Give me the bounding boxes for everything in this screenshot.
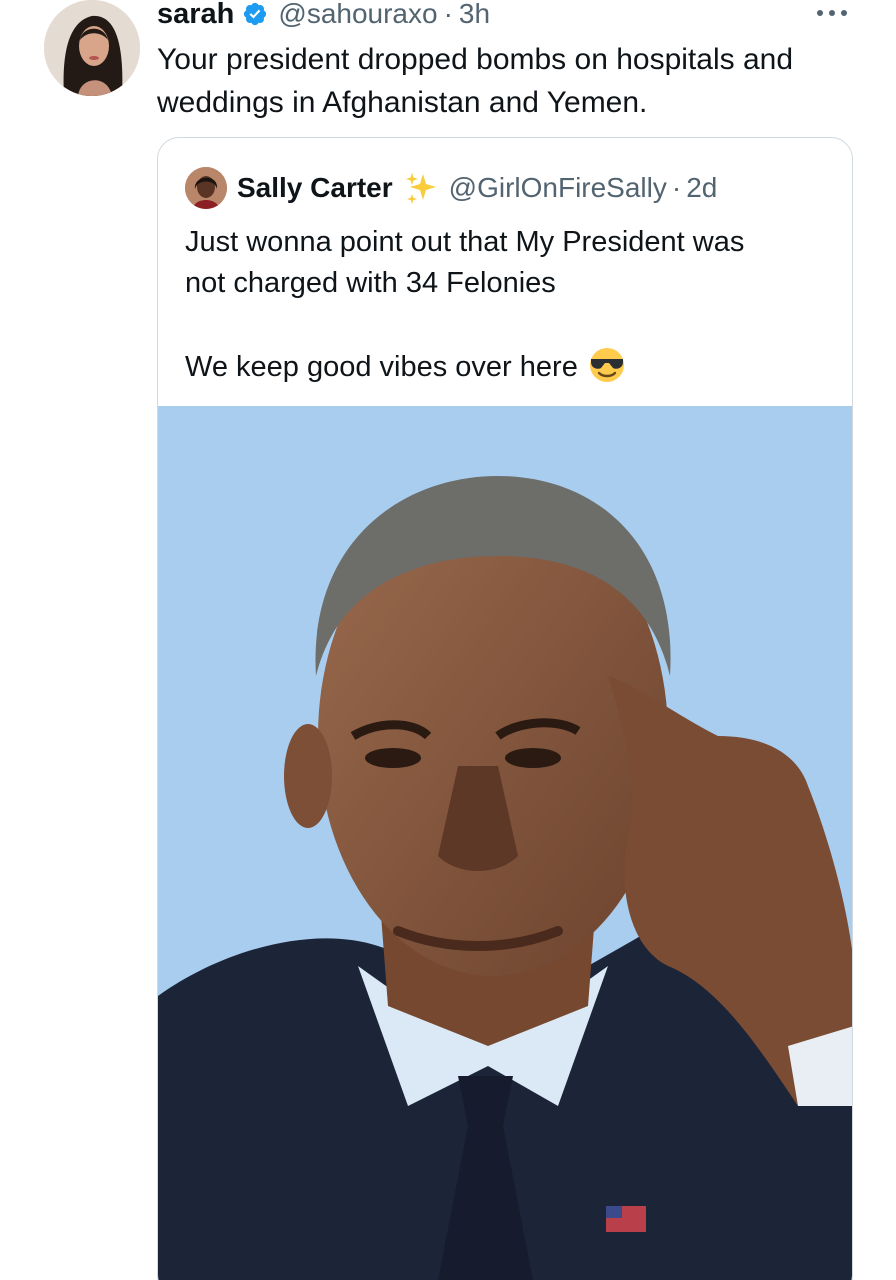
tweet-header: sarah @sahouraxo · 3h [157, 0, 490, 32]
quoted-separator-dot: · [671, 172, 682, 203]
sunglasses-emoji-icon [589, 348, 624, 382]
display-name[interactable]: sarah [157, 0, 234, 31]
quoted-tweet-header: Sally Carter @GirlOnFireSally · 2d [185, 166, 717, 210]
verified-badge-icon [244, 2, 267, 26]
quoted-text-line-3-label: We keep good vibes over here [185, 351, 578, 383]
user-handle[interactable]: @sahouraxo [278, 0, 437, 30]
quoted-text-line-2: not charged with 34 Felonies [185, 267, 556, 299]
tweet-text: Your president dropped bombs on hospital… [157, 43, 794, 119]
sparkles-icon [405, 173, 436, 204]
separator-dot: · [443, 0, 453, 29]
quoted-timestamp[interactable]: 2d [686, 172, 717, 204]
quoted-tweet[interactable]: Sally Carter @GirlOnFireSally · 2d Just … [157, 137, 853, 1280]
quoted-text-line-1: Just wonna point out that My President w… [185, 226, 745, 258]
timestamp[interactable]: 3h [459, 0, 490, 30]
quoted-user-avatar[interactable] [185, 167, 227, 209]
quoted-tweet-photo[interactable] [158, 406, 852, 1280]
more-horizontal-icon[interactable] [814, 4, 850, 22]
quoted-display-name[interactable]: Sally Carter [237, 172, 393, 204]
quoted-user-handle[interactable]: @GirlOnFireSally [449, 172, 667, 204]
tweet[interactable]: sarah @sahouraxo · 3h Your president dro… [0, 0, 896, 1280]
user-avatar[interactable] [44, 0, 140, 96]
quoted-text-line-3: We keep good vibes over here [185, 346, 835, 388]
quoted-tweet-text: Just wonna point out that My President w… [185, 222, 835, 388]
